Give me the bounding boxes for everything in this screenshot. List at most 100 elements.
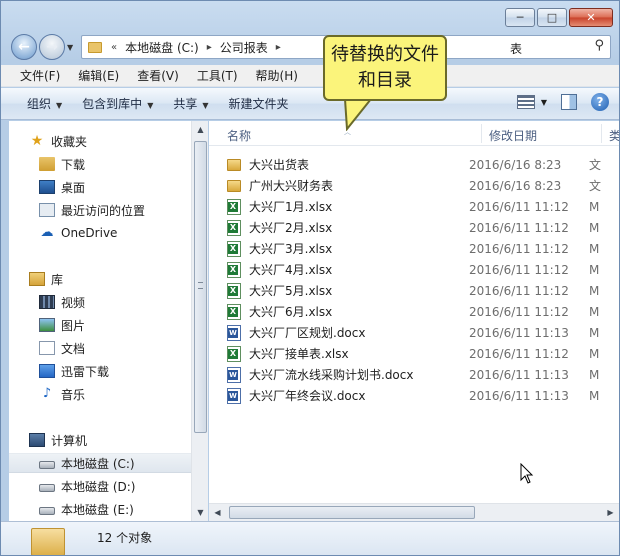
nav-documents-label: 文档 [61, 341, 86, 356]
recent-pages-dropdown-icon[interactable]: ▼ [67, 43, 73, 52]
file-row[interactable]: 大兴厂2月.xlsx 2016/6/11 11:12 M [227, 217, 619, 238]
column-type[interactable]: 类 [609, 127, 619, 144]
file-row[interactable]: 大兴厂6月.xlsx 2016/6/11 11:12 M [227, 301, 619, 322]
nav-recent-label: 最近访问的位置 [61, 203, 146, 218]
help-icon[interactable]: ? [591, 93, 609, 111]
organize-label: 组织 [27, 97, 52, 111]
file-row[interactable]: 大兴厂5月.xlsx 2016/6/11 11:12 M [227, 280, 619, 301]
video-icon [39, 295, 55, 309]
file-name-cell: 大兴厂流水线采购计划书.docx [227, 366, 469, 383]
new-folder-button[interactable]: 新建文件夹 [219, 95, 299, 112]
scrollbar-thumb[interactable] [229, 506, 475, 519]
nav-libraries[interactable]: 库 [29, 269, 63, 289]
nav-drive-e[interactable]: 本地磁盘 (E:) [39, 499, 134, 519]
breadcrumb-company-reports[interactable]: 公司报表 [215, 39, 273, 56]
file-name-cell: 大兴厂4月.xlsx [227, 261, 469, 278]
file-row[interactable]: 大兴出货表 2016/6/16 8:23 文 [227, 154, 619, 175]
scroll-up-icon[interactable]: ▲ [192, 121, 209, 138]
command-bar: 组织 ▼ 包含到库中 ▼ 共享 ▼ 新建文件夹 ▼ ? [1, 88, 619, 120]
file-list-horizontal-scrollbar[interactable]: ◀ ▶ [209, 503, 619, 521]
forward-button[interactable]: → [39, 34, 65, 60]
file-row[interactable]: 大兴厂接单表.xlsx 2016/6/11 11:12 M [227, 343, 619, 364]
column-date-modified[interactable]: 修改日期 [489, 127, 537, 144]
menu-tools[interactable]: 工具(T) [188, 67, 247, 84]
file-type: M [589, 241, 600, 256]
excel-file-icon [227, 240, 241, 257]
file-row[interactable]: 大兴厂3月.xlsx 2016/6/11 11:12 M [227, 238, 619, 259]
file-type: M [589, 304, 600, 319]
nav-computer[interactable]: 计算机 [29, 430, 87, 450]
file-type: M [589, 220, 600, 235]
nav-xunlei-downloads[interactable]: 迅雷下载 [39, 361, 109, 381]
nav-documents[interactable]: 文档 [39, 338, 85, 358]
minimize-button[interactable]: ─ [505, 8, 535, 27]
file-date: 2016/6/11 11:12 [469, 262, 569, 277]
file-name: 大兴厂流水线采购计划书.docx [249, 368, 414, 382]
include-in-library-button[interactable]: 包含到库中 ▼ [72, 95, 163, 112]
column-divider[interactable] [601, 124, 602, 143]
breadcrumb-overflow-icon[interactable]: « [108, 42, 120, 53]
preview-pane-icon[interactable] [561, 94, 577, 110]
breadcrumb-separator-icon[interactable]: ▸ [273, 42, 284, 53]
column-name[interactable]: 名称 [227, 127, 251, 144]
file-row[interactable]: 广州大兴财务表 2016/6/16 8:23 文 [227, 175, 619, 196]
nav-pictures-label: 图片 [61, 318, 86, 333]
file-row[interactable]: 大兴厂厂区规划.docx 2016/6/11 11:13 M [227, 322, 619, 343]
view-dropdown-icon[interactable]: ▼ [541, 98, 547, 107]
file-row[interactable]: 大兴厂4月.xlsx 2016/6/11 11:12 M [227, 259, 619, 280]
file-date: 2016/6/16 8:23 [469, 157, 562, 172]
scroll-down-icon[interactable]: ▼ [192, 504, 209, 521]
file-date: 2016/6/11 11:12 [469, 283, 569, 298]
nav-favorites[interactable]: ★ 收藏夹 [29, 131, 87, 151]
nav-downloads[interactable]: 下载 [39, 154, 85, 174]
file-type: 文 [589, 158, 602, 172]
item-count: 12 个对象 [97, 531, 153, 545]
navigation-pane-scrollbar[interactable]: ▲ ▼ [191, 121, 208, 521]
close-button[interactable]: ✕ [569, 8, 613, 27]
file-row[interactable]: 大兴厂年终会议.docx 2016/6/11 11:13 M [227, 385, 619, 406]
menu-edit[interactable]: 编辑(E) [69, 67, 128, 84]
callout-pointer [343, 99, 373, 131]
scrollbar-thumb[interactable] [194, 141, 207, 433]
search-icon[interactable]: ⚲ [594, 38, 604, 53]
nav-drive-c[interactable]: 本地磁盘 (C:) [9, 453, 191, 473]
back-button[interactable]: ← [11, 34, 37, 60]
menu-help[interactable]: 帮助(H) [247, 67, 307, 84]
file-type: M [589, 325, 600, 340]
word-file-icon [227, 324, 241, 341]
nav-drive-d-label: 本地磁盘 (D:) [61, 479, 136, 494]
file-row[interactable]: 大兴厂1月.xlsx 2016/6/11 11:12 M [227, 196, 619, 217]
change-view-icon[interactable] [516, 95, 535, 109]
nav-recent-places[interactable]: 最近访问的位置 [39, 200, 145, 220]
search-box-text[interactable]: 表 [510, 40, 522, 57]
nav-drive-e-label: 本地磁盘 (E:) [61, 502, 134, 517]
scroll-right-icon[interactable]: ▶ [602, 504, 619, 521]
file-row[interactable]: 大兴厂流水线采购计划书.docx 2016/6/11 11:13 M [227, 364, 619, 385]
folder-icon [88, 41, 102, 53]
chevron-down-icon: ▼ [147, 101, 154, 110]
breadcrumb-separator-icon[interactable]: ▸ [204, 42, 215, 53]
share-label: 共享 [173, 97, 198, 111]
file-name-cell: 大兴厂2月.xlsx [227, 219, 469, 236]
nav-videos[interactable]: 视频 [39, 292, 85, 312]
breadcrumb-drive-c[interactable]: 本地磁盘 (C:) [120, 39, 204, 56]
file-date: 2016/6/11 11:12 [469, 346, 569, 361]
column-divider[interactable] [481, 124, 482, 143]
nav-drive-d[interactable]: 本地磁盘 (D:) [39, 476, 135, 496]
nav-music[interactable]: ♪ 音乐 [39, 384, 85, 404]
organize-button[interactable]: 组织 ▼ [17, 95, 72, 112]
nav-onedrive[interactable]: ☁ OneDrive [39, 223, 118, 243]
nav-desktop-label: 桌面 [61, 180, 86, 195]
share-button[interactable]: 共享 ▼ [163, 95, 218, 112]
file-list: ︿ 名称 修改日期 类 大兴出货表2016/6/16 8:23文广州大兴财务表2… [209, 121, 619, 503]
nav-pictures[interactable]: 图片 [39, 315, 85, 335]
file-type: M [589, 367, 600, 382]
nav-desktop[interactable]: 桌面 [39, 177, 85, 197]
menu-view[interactable]: 查看(V) [128, 67, 188, 84]
nav-favorites-label: 收藏夹 [51, 134, 88, 149]
scroll-left-icon[interactable]: ◀ [209, 504, 226, 521]
menu-file[interactable]: 文件(F) [11, 67, 69, 84]
file-type: M [589, 388, 600, 403]
excel-file-icon [227, 261, 241, 278]
maximize-button[interactable]: □ [537, 8, 567, 27]
